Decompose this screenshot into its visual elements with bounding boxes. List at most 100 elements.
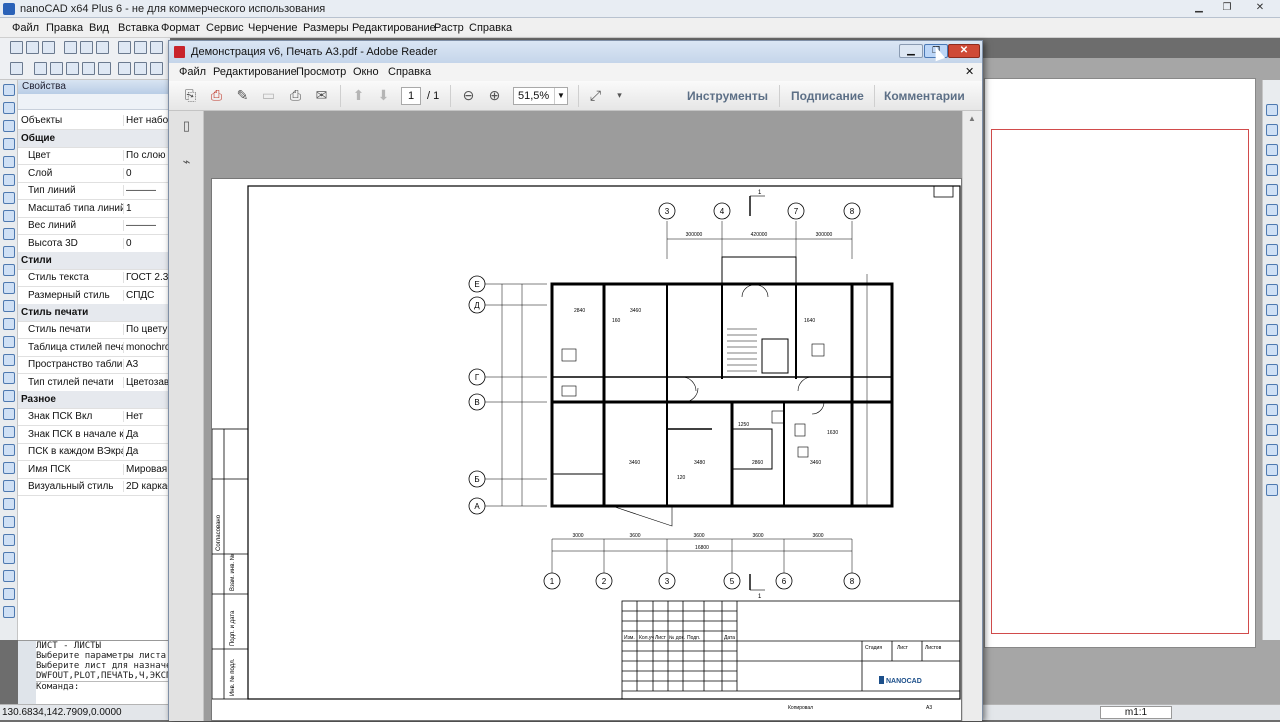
print-icon[interactable]: ⎙	[286, 87, 305, 104]
next-page-icon[interactable]: ⬇	[374, 87, 393, 104]
page-thumbnails-icon[interactable]: ▯	[177, 117, 196, 134]
paste-icon[interactable]	[134, 41, 147, 54]
property-section[interactable]: Общие	[18, 130, 170, 148]
mirror-tool-icon[interactable]	[1266, 164, 1278, 176]
revcloud-tool-icon[interactable]	[3, 372, 15, 384]
maximize-icon[interactable]: ❐	[1214, 1, 1240, 15]
menu-raster[interactable]: Растр	[434, 22, 464, 34]
ellipse-tool-icon[interactable]	[3, 192, 15, 204]
mtext-tool-icon[interactable]	[3, 300, 15, 312]
trim-tool-icon[interactable]	[1266, 224, 1278, 236]
property-row[interactable]: Масштаб типа линий 1	[18, 200, 170, 218]
rectangle-tool-icon[interactable]	[3, 120, 15, 132]
email-icon[interactable]: ✉	[312, 87, 331, 104]
document-view[interactable]: Согласовано Взам. инв. № Подп. и дата Ин…	[204, 111, 962, 721]
scale-selector[interactable]: m1:1	[1100, 706, 1172, 719]
reader-menu-help[interactable]: Справка	[388, 66, 431, 78]
menu-file[interactable]: Файл	[12, 22, 39, 34]
ray-tool-icon[interactable]	[3, 426, 15, 438]
property-row[interactable]: Знак ПСК в начале координатДа	[18, 426, 170, 444]
reader-menu-view[interactable]: Просмотр	[296, 66, 346, 78]
more-tools-icon[interactable]: ▾	[610, 87, 629, 104]
copy-icon[interactable]	[118, 41, 131, 54]
break-tool-icon[interactable]	[1266, 364, 1278, 376]
move-tool-icon[interactable]	[1266, 104, 1278, 116]
grid-icon[interactable]	[34, 62, 47, 75]
convert-pdf-icon[interactable]: ⎙	[207, 87, 226, 104]
leader-tool-icon[interactable]	[3, 336, 15, 348]
save-icon[interactable]: ▭	[259, 87, 278, 104]
property-section[interactable]: Стили	[18, 252, 170, 270]
menu-modify[interactable]: Редактирование	[352, 22, 436, 34]
comments-link[interactable]: Комментарии	[884, 89, 965, 103]
chevron-down-icon[interactable]: ▼	[554, 88, 567, 104]
nanocad-layout-sheet[interactable]	[984, 78, 1256, 648]
polygon-tool-icon[interactable]	[3, 498, 15, 510]
open-file-icon[interactable]	[26, 41, 39, 54]
close-icon[interactable]: ✕	[1242, 1, 1278, 15]
property-row[interactable]: Имя ПСК Мировая СК	[18, 461, 170, 479]
menu-edit[interactable]: Правка	[46, 22, 83, 34]
zoom-level-input[interactable]: 51,5% ▼	[513, 87, 568, 105]
print-icon[interactable]	[64, 41, 77, 54]
explode-tool-icon[interactable]	[1266, 344, 1278, 356]
property-value[interactable]: ГОСТ 2.304	[123, 272, 170, 283]
property-value[interactable]: 1	[123, 202, 170, 214]
menu-service[interactable]: Сервис	[206, 22, 244, 34]
property-value[interactable]: monochrome	[123, 341, 170, 353]
boundary-tool-icon[interactable]	[3, 480, 15, 492]
text-tool-icon[interactable]	[3, 354, 15, 366]
sign-link[interactable]: Подписание	[791, 89, 864, 103]
property-row[interactable]: ПСК в каждом ВЭкранеДа	[18, 443, 170, 461]
menu-format[interactable]: Формат	[161, 22, 200, 34]
cube-tool-icon[interactable]	[3, 534, 15, 546]
area-tool-icon[interactable]	[1266, 484, 1278, 496]
zoom-out-icon[interactable]: ⊖	[459, 87, 478, 104]
property-value[interactable]: Да	[123, 446, 170, 457]
polar-icon[interactable]	[66, 62, 79, 75]
menu-dimensions[interactable]: Размеры	[303, 22, 349, 34]
property-row[interactable]: Размерный стиль СПДС	[18, 287, 170, 305]
close-document-icon[interactable]: ✕	[965, 65, 974, 78]
xline-tool-icon[interactable]	[3, 408, 15, 420]
layers-tool-icon[interactable]	[1266, 424, 1278, 436]
properties-icon[interactable]	[150, 62, 163, 75]
command-prompt[interactable]: Команда:	[18, 681, 170, 691]
donut-tool-icon[interactable]	[3, 444, 15, 456]
reader-close-button[interactable]: ✕	[948, 44, 980, 58]
property-value[interactable]: 0	[123, 167, 170, 179]
undo-icon[interactable]	[150, 41, 163, 54]
property-row[interactable]: Вес линий ———	[18, 217, 170, 235]
property-value[interactable]: 0	[123, 237, 170, 249]
copy-tool-icon[interactable]	[1266, 124, 1278, 136]
ortho-icon[interactable]	[50, 62, 63, 75]
erase-tool-icon[interactable]	[1266, 404, 1278, 416]
hatch-tool-icon[interactable]	[3, 246, 15, 258]
zoom-in-icon[interactable]: ⊕	[485, 87, 504, 104]
fillet-tool-icon[interactable]	[1266, 304, 1278, 316]
property-value[interactable]: По цвету	[123, 324, 170, 335]
stretch-tool-icon[interactable]	[1266, 204, 1278, 216]
menu-drafting[interactable]: Черчение	[248, 22, 298, 34]
create-pdf-icon[interactable]: ⎘	[181, 87, 200, 104]
menu-help[interactable]: Справка	[469, 22, 512, 34]
polyline-tool-icon[interactable]	[3, 102, 15, 114]
match-tool-icon[interactable]	[1266, 444, 1278, 456]
property-value[interactable]: СПДС	[123, 289, 170, 301]
reader-menu-edit[interactable]: Редактирование	[213, 66, 297, 78]
measure-tool-icon[interactable]	[1266, 464, 1278, 476]
property-row[interactable]: Пространство таблицыА3	[18, 356, 170, 374]
line-tool-icon[interactable]	[3, 84, 15, 96]
menu-insert[interactable]: Вставка	[118, 22, 159, 34]
objects-row[interactable]: Объекты Нет набора	[18, 112, 170, 130]
property-row[interactable]: Цвет По слою	[18, 147, 170, 165]
property-value[interactable]: Мировая СК	[123, 463, 170, 475]
join-tool-icon[interactable]	[1266, 384, 1278, 396]
circle-tool-icon[interactable]	[3, 156, 15, 168]
lineweight-icon[interactable]	[134, 62, 147, 75]
dim-tool-icon[interactable]	[3, 318, 15, 330]
snap-icon[interactable]	[10, 62, 23, 75]
property-row[interactable]: Слой 0	[18, 165, 170, 183]
property-row[interactable]: Стиль печати По цвету	[18, 321, 170, 339]
preview-icon[interactable]	[80, 41, 93, 54]
